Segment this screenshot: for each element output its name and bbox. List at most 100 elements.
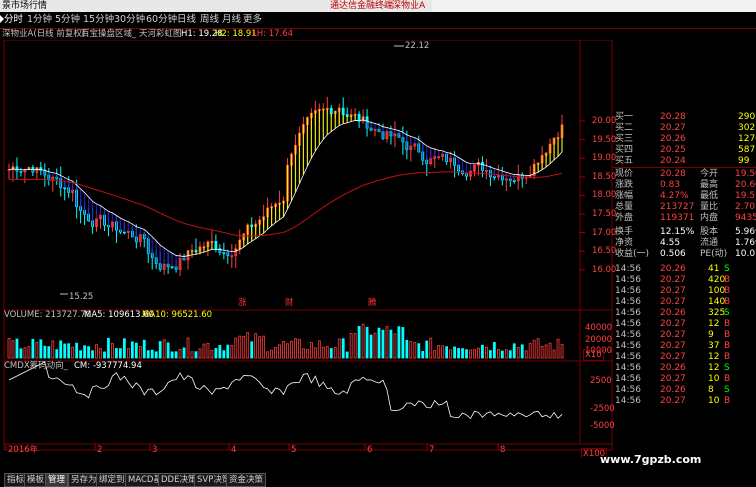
bottom-tab[interactable]: 另存为 <box>68 473 100 487</box>
title-bar: 景市场行情 通达信金融终端 - 深物业A <box>0 0 756 12</box>
volume-bar <box>385 326 389 359</box>
period-tab[interactable]: 更多 <box>243 13 262 26</box>
volume-bar <box>473 349 476 359</box>
tick-time: 14:56 <box>615 286 641 296</box>
lh-value: LH: 17.64 <box>252 29 294 39</box>
volume-bar <box>134 342 138 359</box>
volume-bar <box>397 326 401 359</box>
candle-body <box>250 224 254 228</box>
bid-volume: 99 <box>738 156 750 166</box>
cm-line <box>8 361 563 420</box>
volume-bar <box>146 350 150 359</box>
period-tab[interactable]: 月线 <box>222 13 241 26</box>
tick-row: 14:56 20.27 10 B <box>612 396 756 407</box>
tick-price: 20.26 <box>660 264 686 274</box>
stat-key: 量比 <box>700 202 719 212</box>
tick-price: 20.27 <box>660 352 686 362</box>
volume-bar <box>492 341 496 359</box>
info-value: 0.506 <box>660 249 686 259</box>
volume-bar <box>230 345 234 359</box>
period-tab[interactable]: 分时 <box>4 13 23 26</box>
volume-bar <box>481 344 484 359</box>
bid-row: 买二 20.27 302 <box>612 123 756 134</box>
volume-bar <box>528 343 532 359</box>
volume-bar <box>349 333 353 359</box>
h2-value: H2: 18.91 <box>215 29 257 39</box>
bid-level-label: 买三 <box>615 134 634 144</box>
candle-body <box>345 114 349 117</box>
volume-bar <box>119 348 122 359</box>
tick-row: 14:56 20.26 41 S <box>612 264 756 275</box>
tick-price: 20.26 <box>660 308 686 318</box>
volume-bar <box>19 348 23 359</box>
bottom-tab[interactable]: 管理 <box>45 473 69 487</box>
volume-bar <box>433 349 437 359</box>
tick-direction: B <box>724 352 731 362</box>
volume-bar <box>429 337 433 359</box>
bottom-tab[interactable]: 绑定到 <box>96 473 128 487</box>
period-tab[interactable]: 1分钟 <box>27 13 52 26</box>
period-tab[interactable]: 5分钟 <box>55 13 80 26</box>
bid-price: 20.26 <box>660 134 686 144</box>
volume-bar <box>413 341 417 359</box>
chart-info-bar: 深物业A(日线 前复权) 百宝操盘区域_ 天河彩虹图 H1: 19.28 H2:… <box>0 29 600 40</box>
volume-bar <box>278 344 281 359</box>
volume-bar <box>329 348 333 359</box>
tick-direction: B <box>724 330 731 340</box>
tick-direction: S <box>724 308 730 318</box>
period-tab[interactable]: 60分钟 <box>146 13 177 26</box>
volume-bar <box>282 340 285 359</box>
stat-row: 现价 20.28 今开 19.50 <box>612 169 756 180</box>
stat-row: 总量 213727 量比 2.70 <box>612 202 756 213</box>
tick-volume: 10 <box>708 374 720 384</box>
volume-bar <box>150 349 154 359</box>
period-tab[interactable]: 日线 <box>177 13 196 26</box>
stat-key: 总量 <box>615 202 634 212</box>
volume-bar <box>186 337 190 359</box>
tick-row: 14:56 20.26 8 S <box>612 385 756 396</box>
period-tab[interactable]: 30分钟 <box>114 13 145 26</box>
stat-value: 20.28 <box>660 169 686 179</box>
tick-row: 14:56 20.26 325 S <box>612 308 756 319</box>
volume-bar <box>437 345 441 359</box>
tick-volume: 37 <box>708 341 720 351</box>
bottom-tab[interactable]: 资金决策 <box>226 473 267 487</box>
stat-value: 0.83 <box>660 180 681 190</box>
bottom-tab[interactable]: 模板 <box>24 473 48 487</box>
tick-row: 14:56 20.27 12 B <box>612 319 756 330</box>
period-tab[interactable]: 15分钟 <box>83 13 114 26</box>
volume-bar <box>107 337 110 359</box>
volume-bar <box>214 348 218 359</box>
volume-bar <box>71 346 75 359</box>
volume-bar <box>158 341 162 359</box>
stat-value: 4.27% <box>660 191 689 201</box>
tick-row: 14:56 20.27 9 B <box>612 330 756 341</box>
candle-body <box>214 240 218 250</box>
volume-bar <box>202 343 206 359</box>
tick-price: 20.27 <box>660 396 686 406</box>
volume-bar <box>512 343 516 359</box>
tick-direction: B <box>724 341 731 351</box>
info-key: 换手 <box>615 227 634 237</box>
volume-bar <box>417 343 421 359</box>
tick-price: 20.27 <box>660 330 686 340</box>
volume-bar <box>461 348 464 359</box>
info-value: 1.76亿 <box>735 238 756 248</box>
tick-volume: 140 <box>708 297 726 307</box>
tick-time: 14:56 <box>615 363 641 373</box>
watermark: www.7gpzb.com <box>600 453 702 466</box>
volume-bar <box>333 347 337 359</box>
bid-price: 20.24 <box>660 156 686 166</box>
tick-row: 14:56 20.27 37 B <box>612 341 756 352</box>
period-tab[interactable]: 周线 <box>200 13 219 26</box>
volume-bar <box>166 342 170 359</box>
volume-bar <box>254 333 258 359</box>
volume-bar <box>222 350 226 359</box>
tick-row: 14:56 20.27 10 B <box>612 374 756 385</box>
volume-bar <box>242 335 246 359</box>
chart-title: 深物业A(日线 前复权) <box>2 29 86 39</box>
volume-bar <box>210 349 214 359</box>
stat-value: 119371 <box>660 213 695 223</box>
stat-value: 20.60 <box>735 180 756 190</box>
stat-row: 涨幅 4.27% 最低 19.5 <box>612 191 756 202</box>
